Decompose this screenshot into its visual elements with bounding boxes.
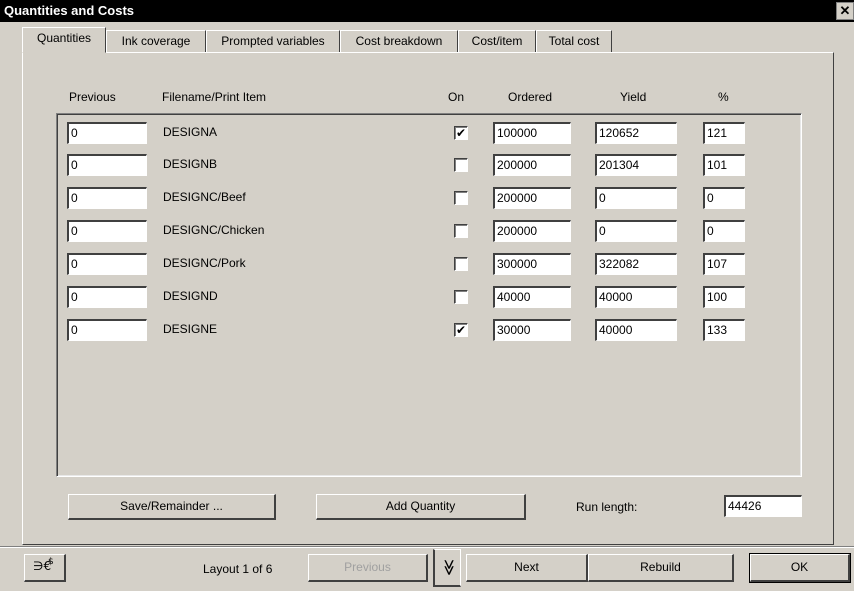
tab-ink-coverage[interactable]: Ink coverage: [106, 30, 206, 52]
tab-prompted-variables[interactable]: Prompted variables: [206, 30, 340, 52]
percent-field[interactable]: 0: [703, 220, 745, 242]
column-header-yield: Yield: [620, 90, 647, 104]
window-title: Quantities and Costs: [4, 3, 135, 18]
print-item-name: DESIGNB: [163, 157, 218, 171]
add-quantity-button[interactable]: Add Quantity: [316, 494, 526, 520]
column-header-percent: %: [718, 90, 729, 104]
percent-field[interactable]: 121: [703, 122, 745, 144]
print-item-name: DESIGNC/Beef: [163, 190, 246, 204]
list-item: 0 DESIGNC/Beef 200000 0 0: [57, 187, 801, 211]
percent-field[interactable]: 107: [703, 253, 745, 275]
percent-field[interactable]: 100: [703, 286, 745, 308]
title-bar: Quantities and Costs ✕: [0, 0, 854, 22]
print-item-name: DESIGNE: [163, 322, 218, 336]
ordered-field[interactable]: 40000: [493, 286, 571, 308]
yield-field[interactable]: 40000: [595, 286, 677, 308]
list-item: 0 DESIGND 40000 40000 100: [57, 286, 801, 310]
footer-divider-highlight: [0, 547, 854, 548]
on-checkbox[interactable]: [454, 158, 468, 172]
print-item-name: DESIGND: [163, 289, 218, 303]
list-item: 0 DESIGNB 200000 201304 101: [57, 154, 801, 178]
list-item: 0 DESIGNC/Pork 300000 322082 107: [57, 253, 801, 277]
close-icon[interactable]: ✕: [836, 2, 854, 20]
tab-total-cost[interactable]: Total cost: [536, 30, 612, 52]
currency-calc-glyph: ∋€ $: [33, 557, 54, 573]
yield-field[interactable]: 201304: [595, 154, 677, 176]
tab-cost-item[interactable]: Cost/item: [458, 30, 536, 52]
previous-field[interactable]: 0: [67, 187, 147, 209]
column-header-filename: Filename/Print Item: [162, 90, 267, 104]
ordered-field[interactable]: 200000: [493, 187, 571, 209]
ordered-field[interactable]: 30000: [493, 319, 571, 341]
svg-text:$: $: [48, 557, 54, 567]
run-length-field[interactable]: 44426: [724, 495, 802, 517]
next-button[interactable]: Next: [466, 554, 588, 582]
on-checkbox[interactable]: [454, 191, 468, 205]
previous-field[interactable]: 0: [67, 220, 147, 242]
percent-field[interactable]: 101: [703, 154, 745, 176]
percent-field[interactable]: 0: [703, 187, 745, 209]
yield-field[interactable]: 0: [595, 220, 677, 242]
list-item: 0 DESIGNA ✔ 100000 120652 121: [57, 122, 801, 146]
ordered-field[interactable]: 200000: [493, 220, 571, 242]
rebuild-button[interactable]: Rebuild: [588, 554, 734, 582]
column-header-previous: Previous: [69, 90, 116, 104]
yield-field[interactable]: 322082: [595, 253, 677, 275]
print-item-name: DESIGNC/Chicken: [163, 223, 265, 237]
previous-field[interactable]: 0: [67, 286, 147, 308]
layout-status: Layout 1 of 6: [203, 562, 273, 576]
yield-field[interactable]: 120652: [595, 122, 677, 144]
previous-button[interactable]: Previous: [308, 554, 428, 582]
list-item: 0 DESIGNE ✔ 30000 40000 133: [57, 319, 801, 343]
previous-button-label: Previous: [344, 560, 391, 574]
print-items-list: 0 DESIGNA ✔ 100000 120652 121 0 DESIGNB …: [56, 113, 802, 477]
column-header-ordered: Ordered: [508, 90, 553, 104]
currency-calc-icon[interactable]: ∋€ $: [24, 554, 66, 582]
on-checkbox[interactable]: [454, 257, 468, 271]
list-item: 0 DESIGNC/Chicken 200000 0 0: [57, 220, 801, 244]
print-item-name: DESIGNC/Pork: [163, 256, 246, 270]
percent-field[interactable]: 133: [703, 319, 745, 341]
save-remainder-button[interactable]: Save/Remainder ...: [68, 494, 276, 520]
previous-field[interactable]: 0: [67, 319, 147, 341]
print-item-name: DESIGNA: [163, 125, 218, 139]
previous-field[interactable]: 0: [67, 122, 147, 144]
yield-field[interactable]: 0: [595, 187, 677, 209]
run-length-label: Run length:: [576, 500, 638, 514]
on-checkbox[interactable]: ✔: [454, 323, 468, 337]
on-checkbox[interactable]: [454, 290, 468, 304]
yield-field[interactable]: 40000: [595, 319, 677, 341]
previous-field[interactable]: 0: [67, 154, 147, 176]
ok-button[interactable]: OK: [749, 553, 851, 583]
tab-quantities[interactable]: Quantities: [22, 27, 106, 53]
ordered-field[interactable]: 100000: [493, 122, 571, 144]
on-checkbox[interactable]: [454, 224, 468, 238]
previous-field[interactable]: 0: [67, 253, 147, 275]
column-header-on: On: [448, 90, 465, 104]
ordered-field[interactable]: 300000: [493, 253, 571, 275]
ordered-field[interactable]: 200000: [493, 154, 571, 176]
tab-cost-breakdown[interactable]: Cost breakdown: [340, 30, 458, 52]
chevron-down-icon[interactable]: ≫: [433, 549, 461, 587]
on-checkbox[interactable]: ✔: [454, 126, 468, 140]
